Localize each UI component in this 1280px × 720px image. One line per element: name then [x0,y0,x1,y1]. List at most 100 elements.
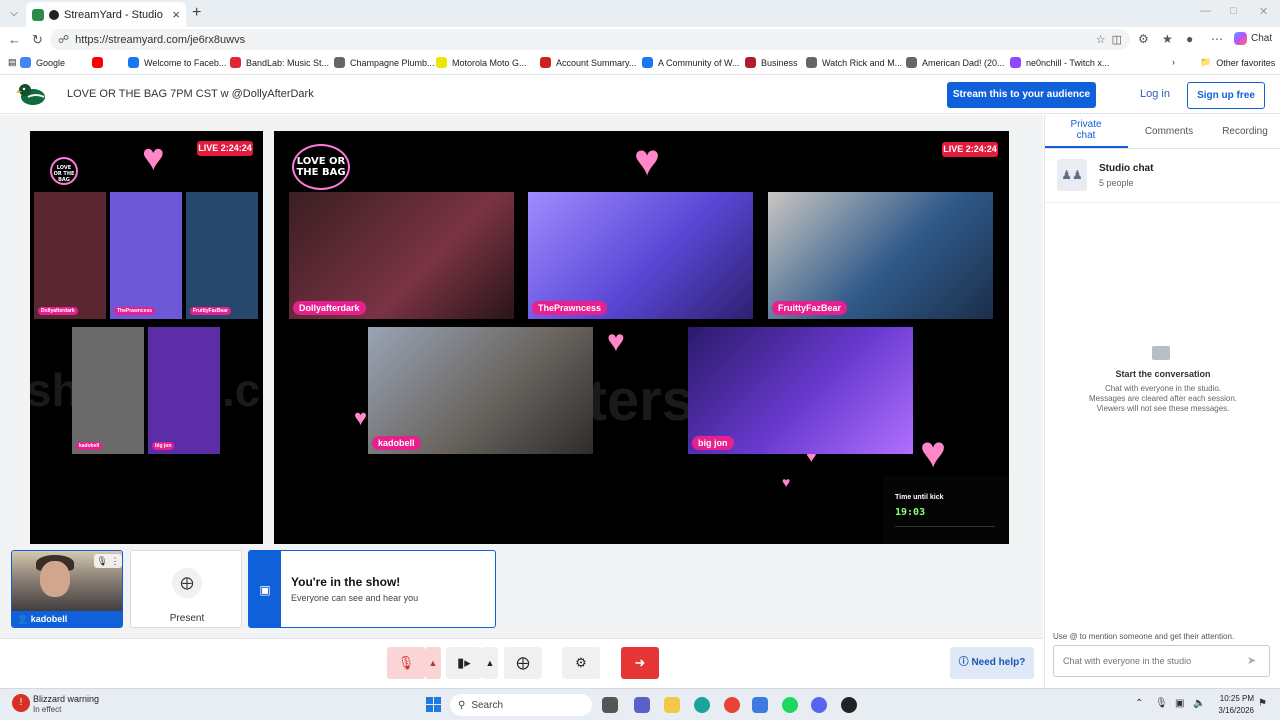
bookmark-item[interactable]: Business [745,57,798,68]
camera-card-menu-icon[interactable]: 🎙 ⋮ [94,554,122,568]
volume-icon[interactable]: 🔈 [1193,698,1205,709]
more-menu-icon[interactable]: ⋯ [1211,32,1223,46]
small-layout-preview[interactable]: shuo .c LOVE OR THE BAG ♥ LIVE 2:24:24 D… [30,131,263,544]
share-screen-button[interactable]: ⨁ [504,647,542,679]
network-icon[interactable]: ▣ [1175,698,1184,709]
site-info-icon[interactable]: ☍ [58,33,69,46]
bookmark-item[interactable]: ne0nchill - Twitch x... [1010,57,1109,68]
participant-tile[interactable]: FruittyFazBear [768,192,993,319]
bookmark-item[interactable]: BandLab: Music St... [230,57,329,68]
weather-warning-icon[interactable]: ! [12,694,30,712]
taskbar-search-box[interactable]: ⚲ Search [450,694,592,716]
favorite-star-icon[interactable]: ☆ [1096,33,1106,46]
login-link[interactable]: Log in [1140,88,1170,100]
chrome-icon[interactable] [724,697,740,713]
leave-studio-button[interactable]: ➜ [621,647,659,679]
send-icon[interactable]: ➤ [1247,654,1256,667]
copilot-chat-button[interactable]: Chat [1234,32,1272,45]
bookmark-item[interactable]: Google [20,57,65,68]
microphone-tray-icon[interactable]: 🎙 [1155,698,1168,709]
chat-message-input[interactable] [1053,645,1270,677]
task-view-icon[interactable] [602,697,618,713]
store-icon[interactable] [752,697,768,713]
minimize-icon[interactable]: — [1200,5,1211,17]
participant-name: Dollyafterdark [38,307,78,315]
streamyard-favicon-icon [32,8,44,21]
camera-options-chevron-icon[interactable]: ▲ [482,647,498,679]
copilot-icon [1234,32,1247,45]
notifications-bell-icon[interactable]: ⚑ [1258,698,1267,709]
edge-icon[interactable] [694,697,710,713]
tab-private-chat[interactable]: Private chat [1065,119,1107,141]
back-icon[interactable]: ← [8,32,21,47]
participant-tile[interactable]: Dollyafterdark [34,192,106,319]
bookmark-item[interactable] [92,57,103,68]
file-explorer-icon[interactable] [664,697,680,713]
maximize-icon[interactable]: □ [1230,5,1237,17]
obs-icon[interactable] [841,697,857,713]
search-icon: ⚲ [458,699,466,711]
camera-toggle-button[interactable]: ▮▸ [446,647,482,679]
bookmark-item[interactable]: Watch Rick and M... [806,57,902,68]
chat-room-title: Studio chat [1099,163,1154,174]
bookmark-item[interactable]: A Community of W... [642,57,740,68]
participant-tile[interactable]: ThePrawncess [528,192,753,319]
participant-tile[interactable]: Dollyafterdark [289,192,514,319]
empty-state-line: Viewers will not see these messages. [1096,404,1230,413]
participant-tile[interactable]: ThePrawncess [110,192,182,319]
participant-tile[interactable]: FruittyFazBear [186,192,258,319]
bookmarks-sidebar-icon[interactable]: ▤ [8,57,17,68]
close-window-icon[interactable]: ✕ [1259,5,1268,18]
refresh-icon[interactable]: ↻ [32,32,43,48]
participant-tile[interactable]: kadobell [72,327,144,454]
streamyard-header: LOVE OR THE BAG 7PM CST w @DollyAfterDar… [0,76,1280,114]
favorites-icon[interactable]: ★ [1162,32,1173,46]
bookmark-item[interactable]: Welcome to Faceb... [128,57,226,68]
clock-date[interactable]: 3/16/2026 [1214,706,1254,715]
self-camera-card[interactable]: 🎙 ⋮ 👤 kadobell [11,550,123,628]
url-field[interactable]: ☍ https://streamyard.com/je6rx8uwvs ☆ ◫ [50,29,1130,50]
settings-button[interactable]: ⚙ [562,647,600,679]
profile-icon[interactable]: ● [1186,32,1193,46]
mention-hint: Use @ to mention someone and get their a… [1053,632,1235,641]
split-screen-icon[interactable]: ◫ [1112,33,1122,46]
weather-warning-subtitle: In effect [33,705,62,714]
start-windows-icon[interactable] [426,697,442,713]
bookmarks-bar: ▤ 📁 Other favorites › Google Welcome to F… [0,53,1280,75]
tab-comments[interactable]: Comments [1143,126,1195,137]
present-card[interactable]: ⨁ Present [130,550,242,628]
close-tab-icon[interactable]: × [172,7,180,22]
tab-recording[interactable]: Recording [1219,126,1271,137]
bookmarks-overflow-chevron-icon[interactable]: › [1172,57,1175,67]
browser-tab-bar: ⌵ StreamYard - Studio × + — □ ✕ [0,0,1280,27]
extensions-icon[interactable]: ⚙ [1138,32,1149,46]
participant-tile[interactable]: big jon [688,327,913,454]
streamyard-duck-logo-icon[interactable] [16,81,46,107]
tray-overflow-chevron-icon[interactable]: ⌃ [1135,698,1143,709]
stream-to-audience-button[interactable]: Stream this to your audience [947,82,1096,108]
discord-icon[interactable] [811,697,827,713]
chat-room-count: 5 people [1099,178,1134,188]
live-badge: LIVE 2:24:24 [197,141,253,156]
signup-button[interactable]: Sign up free [1187,82,1265,109]
spotify-icon[interactable] [782,697,798,713]
mute-microphone-button[interactable]: 🎙 [387,647,425,679]
bookmark-item[interactable]: American Dad! (20... [906,57,1005,68]
microphone-options-chevron-icon[interactable]: ▲ [425,647,441,679]
bookmark-item[interactable]: Motorola Moto G... [436,57,527,68]
browser-tab-streamyard[interactable]: StreamYard - Studio × [26,2,186,27]
main-stage-preview[interactable]: afterst LOVE OR THE BAG ♥ ♥ ♥ ♥ ♥ ♥ LIVE… [274,131,1009,544]
teams-icon[interactable] [634,697,650,713]
clock-time[interactable]: 10:25 PM [1214,694,1254,703]
participant-tile[interactable]: big jon [148,327,220,454]
bookmark-item[interactable]: Champagne Plumb... [334,57,435,68]
participant-name: kadobell [76,442,103,450]
new-tab-icon[interactable]: + [192,4,201,22]
tab-actions-chevron-icon[interactable]: ⌵ [6,6,22,22]
other-favorites-bookmark[interactable]: 📁 Other favorites [1200,57,1275,68]
bookmark-item[interactable]: Account Summary... [540,57,636,68]
need-help-button[interactable]: ⓘ Need help? [950,647,1034,679]
participant-tile[interactable]: kadobell [368,327,593,454]
exit-icon: ➜ [634,655,646,670]
participant-name: ThePrawncess [114,307,156,315]
